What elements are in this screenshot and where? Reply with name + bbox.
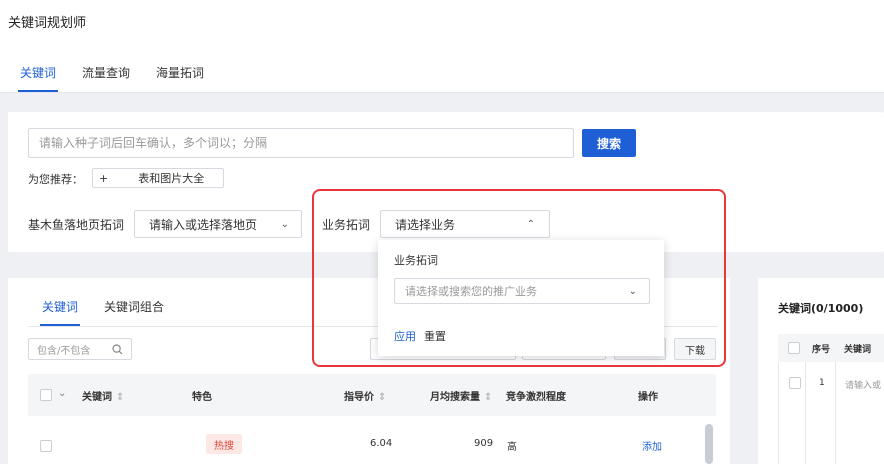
column-action: 操作 [638, 392, 658, 403]
dropdown-title: 业务拓词 [394, 254, 438, 267]
search-panel: 搜索 为您推荐： + 表和图片大全 基木鱼落地页拓词 请输入或选择落地页 ⌄ 业… [8, 112, 884, 252]
divider [805, 362, 806, 464]
side-select-all-checkbox[interactable] [788, 342, 800, 354]
side-table-header: 序号 关键词 [778, 334, 884, 362]
landing-page-select-value: 请输入或选择落地页 [149, 217, 258, 232]
side-row-checkbox[interactable] [789, 377, 801, 389]
reset-button[interactable]: 重置 [424, 328, 446, 344]
seed-keyword-input[interactable] [28, 128, 574, 158]
row-price: 6.04 [370, 438, 393, 449]
table-header: ⌄ 关键词 ⇕ 特色 指导价 ⇕ 月均搜索量 ⇕ 竞争激烈程度 操作 [28, 374, 716, 416]
column-monthly-search[interactable]: 月均搜索量 ⇕ [430, 388, 492, 403]
apply-button[interactable]: 应用 [394, 328, 416, 344]
chevron-down-icon: ⌄ [280, 218, 289, 230]
search-button[interactable]: 搜索 [582, 129, 636, 157]
download-button[interactable]: 下载 [674, 338, 716, 360]
column-feature: 特色 [192, 392, 212, 403]
side-row-index: 1 [819, 378, 825, 388]
business-select-value: 请选择业务 [395, 217, 456, 232]
row-checkbox[interactable] [40, 440, 52, 452]
business-search-select[interactable]: 请选择或搜索您的推广业务 ⌄ [394, 278, 650, 304]
column-competition: 竞争激烈程度 [506, 392, 566, 403]
select-all-checkbox[interactable] [40, 389, 52, 401]
app-title: 关键词规划师 [8, 16, 87, 31]
vertical-scrollbar[interactable] [705, 424, 713, 464]
tab-mass-expansion[interactable]: 海量拓词 [156, 64, 204, 92]
filter-placeholder: 包含/不包含 [37, 345, 91, 357]
table-row: 热搜 6.04 909 高 添加 [28, 428, 716, 464]
row-competition: 高 [507, 442, 517, 453]
hot-badge: 热搜 [206, 434, 242, 454]
list-tab-keywords[interactable]: 关键词 [39, 298, 81, 326]
column-keyword: 关键词 [844, 345, 872, 355]
list-tabs: 关键词 关键词组合 [39, 298, 164, 326]
column-index: 序号 [812, 345, 831, 355]
side-keyword-input[interactable]: 请输入或 [845, 378, 881, 391]
dropdown-actions: 应用 重置 [394, 328, 446, 344]
chevron-up-icon: ⌃ [526, 218, 535, 230]
row-monthly-search: 909 [474, 438, 494, 449]
search-icon [112, 343, 123, 354]
column-price[interactable]: 指导价 ⇕ [344, 388, 386, 403]
column-keyword[interactable]: 关键词 ⇕ [82, 388, 124, 403]
plus-icon: + [99, 171, 109, 185]
chevron-down-icon: ⌄ [628, 285, 637, 297]
tab-traffic-query[interactable]: 流量查询 [82, 64, 130, 92]
list-tab-keyword-combos[interactable]: 关键词组合 [104, 298, 164, 326]
landing-page-label: 基木鱼落地页拓词 [28, 218, 125, 232]
tab-keywords[interactable]: 关键词 [17, 64, 59, 92]
add-link[interactable]: 添加 [642, 438, 662, 453]
top-bar: 关键词规划师 关键词 流量查询 海量拓词 [0, 0, 884, 93]
recommend-label: 为您推荐： [28, 173, 83, 186]
business-search-placeholder: 请选择或搜索您的推广业务 [405, 285, 537, 298]
side-table-row: 1 请输入或 [778, 362, 884, 464]
business-label: 业务拓词 [322, 218, 371, 232]
recommend-tag-text: 表和图片大全 [138, 172, 205, 185]
selected-keywords-title: 关键词(0/1000) [778, 302, 864, 315]
include-exclude-filter[interactable]: 包含/不包含 [28, 338, 132, 360]
recommend-tag[interactable]: + 表和图片大全 [92, 168, 224, 188]
business-select[interactable]: 请选择业务 ⌃ [380, 210, 550, 238]
main-tabs: 关键词 流量查询 海量拓词 [17, 64, 204, 92]
selected-keywords-panel: 关键词(0/1000) 序号 关键词 1 请输入或 [758, 278, 884, 464]
landing-page-select[interactable]: 请输入或选择落地页 ⌄ [134, 210, 302, 238]
business-dropdown-panel: 业务拓词 请选择或搜索您的推广业务 ⌄ 应用 重置 [378, 240, 664, 356]
divider [835, 362, 836, 464]
chevron-down-icon[interactable]: ⌄ [58, 388, 66, 399]
